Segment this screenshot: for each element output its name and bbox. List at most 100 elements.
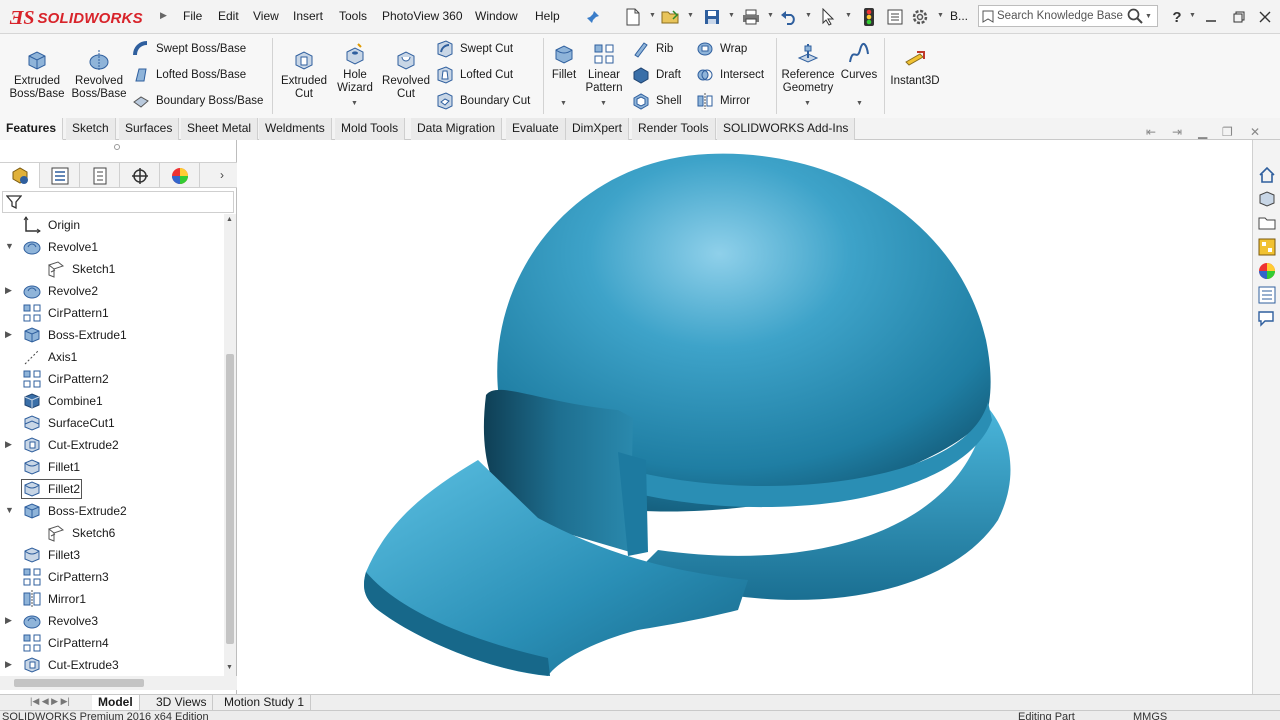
linear-pattern-dropdown-icon[interactable]: ▼	[600, 100, 607, 107]
panel-more-icon[interactable]: ›	[220, 168, 224, 182]
tree-node[interactable]: CirPattern2	[0, 368, 224, 390]
tree-vertical-scrollbar[interactable]: ▲ ▼	[224, 214, 236, 676]
undo-dropdown-icon[interactable]: ▼	[805, 12, 812, 19]
tab-3d-views[interactable]: 3D Views	[150, 695, 214, 711]
hole-wizard-dropdown-icon[interactable]: ▼	[351, 100, 358, 107]
panel-grip-icon[interactable]	[114, 144, 120, 150]
menu-view[interactable]: View	[253, 9, 279, 23]
tree-horizontal-scrollbar[interactable]	[0, 676, 237, 690]
save-dropdown-icon[interactable]: ▼	[728, 12, 735, 19]
lofted-cut-button[interactable]: Lofted Cut	[436, 65, 513, 85]
menu-tools[interactable]: Tools	[339, 9, 367, 23]
menu-insert[interactable]: Insert	[293, 9, 323, 23]
instant3d-button[interactable]: Instant3D	[888, 48, 942, 88]
solidworks-logo[interactable]: ƎS SOLIDWORKS	[10, 4, 156, 32]
pin-icon[interactable]	[582, 6, 604, 28]
forum-icon[interactable]	[1256, 308, 1278, 330]
menu-window[interactable]: Window	[475, 9, 518, 23]
tree-node[interactable]: Fillet1	[0, 456, 224, 478]
swept-cut-button[interactable]: Swept Cut	[436, 39, 513, 59]
options-dropdown-icon[interactable]: ▼	[937, 12, 944, 19]
expand-icon[interactable]: ▶	[5, 329, 15, 340]
file-explorer-icon[interactable]	[1256, 212, 1278, 234]
status-units[interactable]: MMGS	[1133, 711, 1167, 720]
save-icon[interactable]	[701, 6, 723, 28]
search-icon[interactable]	[1125, 8, 1145, 24]
reference-geometry-button[interactable]: Reference Geometry	[780, 42, 836, 95]
open-dropdown-icon[interactable]: ▼	[687, 12, 694, 19]
curves-dropdown-icon[interactable]: ▼	[856, 100, 863, 107]
tree-hscroll-thumb[interactable]	[14, 679, 144, 687]
tree-node[interactable]: CirPattern4	[0, 632, 224, 654]
tab-evaluate[interactable]: Evaluate	[506, 118, 566, 140]
menu-edit[interactable]: Edit	[218, 9, 239, 23]
feature-manager-tab[interactable]	[0, 163, 40, 188]
revolved-cut-button[interactable]: Revolved Cut	[380, 48, 432, 101]
tree-node[interactable]: Origin	[0, 214, 224, 236]
tab-motion-study[interactable]: Motion Study 1	[218, 695, 312, 711]
truncated-menu[interactable]: B...	[950, 9, 968, 23]
property-manager-tab[interactable]	[40, 163, 80, 188]
shell-button[interactable]: Shell	[632, 91, 682, 111]
mirror-button[interactable]: Mirror	[696, 91, 750, 111]
lofted-boss-button[interactable]: Lofted Boss/Base	[132, 65, 246, 85]
tab-solidworks-add-ins[interactable]: SOLIDWORKS Add-Ins	[717, 118, 856, 140]
search-dropdown-icon[interactable]: ▼	[1145, 13, 1157, 20]
hard-hat-model[interactable]	[238, 140, 1252, 694]
file-properties-icon[interactable]	[884, 6, 906, 28]
expand-icon[interactable]: ▶	[5, 615, 15, 626]
boundary-boss-button[interactable]: Boundary Boss/Base	[132, 91, 263, 111]
tab-sketch[interactable]: Sketch	[66, 118, 116, 140]
menu-photoview[interactable]: PhotoView 360	[382, 9, 463, 23]
custom-properties-icon[interactable]	[1256, 284, 1278, 306]
undo-icon[interactable]	[778, 6, 800, 28]
appearances-icon[interactable]	[1256, 260, 1278, 282]
tree-node[interactable]: Fillet2	[0, 478, 224, 500]
tree-node[interactable]: ▶ Revolve2	[0, 280, 224, 302]
scroll-down-icon[interactable]: ▼	[226, 664, 233, 671]
tree-node[interactable]: SurfaceCut1	[0, 412, 224, 434]
select-arrow-icon[interactable]	[817, 6, 839, 28]
home-icon[interactable]	[1256, 164, 1278, 186]
close-icon[interactable]	[1254, 6, 1276, 28]
boundary-cut-button[interactable]: Boundary Cut	[436, 91, 530, 111]
display-manager-tab[interactable]	[160, 163, 200, 188]
help-dropdown-icon[interactable]: ▼	[1189, 12, 1196, 19]
design-library-icon[interactable]	[1256, 188, 1278, 210]
collapse-icon[interactable]: ▼	[5, 241, 15, 251]
tab-model[interactable]: Model	[92, 695, 140, 711]
tree-node[interactable]: ▼ Revolve1	[0, 236, 224, 258]
view-palette-icon[interactable]	[1256, 236, 1278, 258]
swept-boss-button[interactable]: Swept Boss/Base	[132, 39, 246, 59]
search-input[interactable]	[997, 10, 1125, 22]
help-icon[interactable]: ?	[1166, 6, 1188, 28]
wrap-button[interactable]: Wrap	[696, 39, 747, 59]
configuration-manager-tab[interactable]	[80, 163, 120, 188]
expand-icon[interactable]: ▶	[5, 285, 15, 296]
tab-sheet-metal[interactable]: Sheet Metal	[181, 118, 259, 140]
linear-pattern-button[interactable]: Linear Pattern	[582, 42, 626, 95]
collapse-icon[interactable]: ▼	[5, 505, 15, 515]
tree-node[interactable]: Axis1	[0, 346, 224, 368]
fillet-dropdown-icon[interactable]: ▼	[560, 100, 567, 107]
open-folder-icon[interactable]	[660, 6, 682, 28]
pane-right-icon[interactable]: ⇥	[1172, 125, 1182, 139]
tab-weldments[interactable]: Weldments	[259, 118, 332, 140]
expand-icon[interactable]: ▶	[5, 659, 15, 670]
tree-scroll-thumb[interactable]	[226, 354, 234, 644]
tab-data-migration[interactable]: Data Migration	[411, 118, 503, 140]
curves-button[interactable]: Curves	[838, 42, 880, 82]
tab-scroll-icon[interactable]: |◀ ◀ ▶ ▶|	[30, 696, 70, 707]
tree-node[interactable]: ▶ Cut-Extrude3	[0, 654, 224, 676]
restore-icon[interactable]	[1228, 6, 1250, 28]
select-dropdown-icon[interactable]: ▼	[845, 12, 852, 19]
search-knowledge-base[interactable]: ▼	[978, 5, 1158, 27]
tree-node[interactable]: ▶ Cut-Extrude2	[0, 434, 224, 456]
tab-dimxpert[interactable]: DimXpert	[566, 118, 630, 140]
menu-help[interactable]: Help	[535, 9, 560, 23]
extruded-boss-button[interactable]: Extruded Boss/Base	[6, 48, 68, 101]
tree-node[interactable]: ▶ Boss-Extrude1	[0, 324, 224, 346]
hole-wizard-button[interactable]: Hole Wizard	[332, 42, 378, 95]
tab-mold-tools[interactable]: Mold Tools	[335, 118, 406, 140]
scroll-up-icon[interactable]: ▲	[226, 216, 233, 223]
